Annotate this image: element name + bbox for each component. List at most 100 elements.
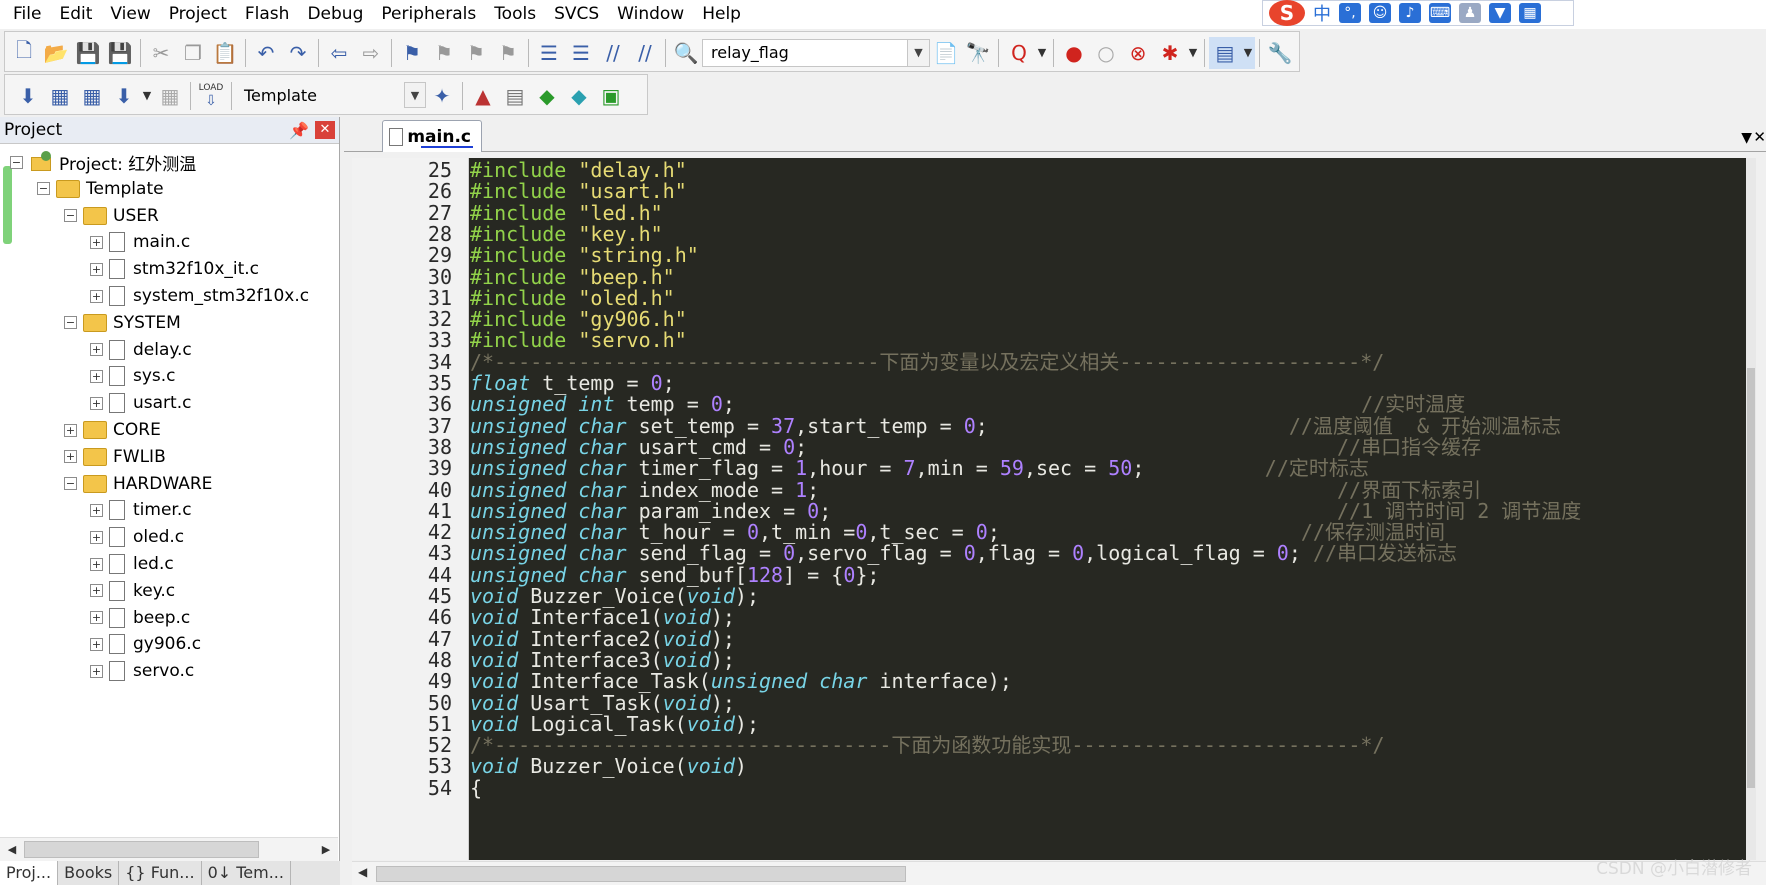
toolbox-icon[interactable]: ▦: [1519, 3, 1541, 23]
expand-icon[interactable]: +: [90, 530, 103, 544]
chevron-down-icon[interactable]: ▼: [907, 39, 929, 66]
target-select[interactable]: Template ▼: [236, 81, 426, 110]
chevron-down-icon[interactable]: ▼: [1241, 36, 1255, 69]
tree-file-gy906-c[interactable]: + gy906.c: [90, 630, 201, 658]
tree-group-core[interactable]: + CORE: [64, 416, 161, 444]
expand-icon[interactable]: +: [90, 637, 103, 651]
panel-tab-3[interactable]: 0↓ Tem...: [202, 861, 291, 885]
unindent-icon[interactable]: ☰: [565, 37, 597, 69]
scroll-thumb[interactable]: [1747, 368, 1755, 788]
expand-icon[interactable]: +: [90, 262, 103, 276]
breakpoint-icon[interactable]: ●: [1058, 37, 1090, 69]
bug-icon[interactable]: ✱: [1154, 37, 1186, 69]
save-all-icon[interactable]: 💾: [104, 37, 136, 69]
navigate-back-icon[interactable]: ⇦: [323, 37, 355, 69]
pin-icon[interactable]: 📌: [289, 121, 309, 140]
tree-file-key-c[interactable]: + key.c: [90, 577, 175, 605]
tree-group-hardware[interactable]: − HARDWARE: [64, 470, 212, 498]
skin-icon[interactable]: ▼: [1489, 3, 1511, 23]
tree-file-beep-c[interactable]: + beep.c: [90, 604, 190, 632]
menu-item-help[interactable]: Help: [693, 0, 750, 29]
translate-icon[interactable]: ⬇: [12, 80, 44, 112]
find-combo[interactable]: relay_flag ▼: [702, 38, 930, 67]
collapse-icon[interactable]: −: [64, 477, 77, 491]
tree-node-target[interactable]: − Template: [37, 175, 164, 203]
close-tab-icon[interactable]: ✕: [1753, 128, 1766, 146]
manage-project-icon[interactable]: ▲: [467, 80, 499, 112]
panel-tab-2[interactable]: {} Fun...: [119, 861, 202, 885]
uncomment-icon[interactable]: //: [629, 37, 661, 69]
menu-item-file[interactable]: File: [4, 0, 50, 29]
open-file-icon[interactable]: 📂: [40, 37, 72, 69]
expand-icon[interactable]: +: [90, 584, 103, 598]
scroll-right-icon[interactable]: ▶: [317, 841, 335, 858]
user-icon[interactable]: ♟: [1459, 3, 1481, 23]
code-editor[interactable]: 25 #include "delay.h" 26 #include "usart.h"…: [352, 158, 1756, 860]
build-icon[interactable]: ▦: [44, 80, 76, 112]
run-time-env-icon[interactable]: ▣: [595, 80, 627, 112]
menu-item-svcs[interactable]: SVCS: [545, 0, 608, 29]
bookmark-icon[interactable]: ⚑: [396, 37, 428, 69]
chevron-down-icon[interactable]: ▼: [1186, 37, 1200, 69]
collapse-icon[interactable]: −: [64, 316, 77, 330]
expand-icon[interactable]: +: [90, 664, 103, 678]
configure-icon[interactable]: 🔧: [1264, 37, 1296, 69]
scroll-thumb[interactable]: [24, 841, 259, 858]
menu-item-flash[interactable]: Flash: [236, 0, 299, 29]
tree-file-led-c[interactable]: + led.c: [90, 550, 174, 578]
stop-build-icon[interactable]: ▦: [154, 80, 186, 112]
batch-build-icon[interactable]: ⬇: [108, 80, 140, 112]
collapse-icon[interactable]: −: [10, 155, 23, 169]
microphone-icon[interactable]: ♪: [1399, 3, 1421, 23]
scroll-left-icon[interactable]: ◀: [3, 841, 21, 858]
tree-file-usart-c[interactable]: + usart.c: [90, 389, 191, 417]
expand-icon[interactable]: +: [90, 289, 103, 303]
menu-item-edit[interactable]: Edit: [50, 0, 101, 29]
ime-mode[interactable]: 中: [1313, 0, 1331, 26]
disable-breakpoint-icon[interactable]: ○: [1090, 37, 1122, 69]
panel-tab-0[interactable]: Proj...: [0, 861, 59, 885]
save-icon[interactable]: 💾: [72, 37, 104, 69]
options-for-target-icon[interactable]: ✦: [426, 80, 458, 112]
expand-icon[interactable]: +: [90, 557, 103, 571]
tree-file-oled-c[interactable]: + oled.c: [90, 523, 184, 551]
scroll-left-icon[interactable]: ◀: [358, 865, 367, 879]
chevron-down-icon[interactable]: ▼: [140, 80, 154, 112]
incremental-find-icon[interactable]: 🔭: [962, 37, 994, 69]
tree-file-system_stm32f10x-c[interactable]: + system_stm32f10x.c: [90, 282, 309, 310]
menu-item-window[interactable]: Window: [608, 0, 693, 29]
collapse-icon[interactable]: −: [37, 182, 50, 196]
navigate-forward-icon[interactable]: ⇨: [355, 37, 387, 69]
close-icon[interactable]: ✕: [315, 121, 335, 139]
keyboard-icon[interactable]: ⌨: [1429, 3, 1451, 23]
tree-file-stm32f10x_it-c[interactable]: + stm32f10x_it.c: [90, 255, 259, 283]
menu-item-tools[interactable]: Tools: [485, 0, 545, 29]
sogou-logo-icon[interactable]: S: [1269, 0, 1305, 26]
window-layout-icon[interactable]: ▤: [1209, 36, 1241, 69]
tree-file-servo-c[interactable]: + servo.c: [90, 657, 194, 685]
menu-item-peripherals[interactable]: Peripherals: [372, 0, 485, 29]
select-packs-icon[interactable]: ▤: [499, 80, 531, 112]
scroll-thumb[interactable]: [376, 866, 906, 882]
punctuation-icon[interactable]: °,: [1339, 3, 1361, 23]
expand-icon[interactable]: +: [90, 235, 103, 249]
find-in-files-icon[interactable]: 🔍: [670, 37, 702, 69]
pack-installer-icon[interactable]: ◆: [563, 80, 595, 112]
expand-icon[interactable]: +: [90, 396, 103, 410]
tree-node-project[interactable]: − Project: 红外测温: [10, 148, 196, 176]
clear-bookmarks-icon[interactable]: ⚑: [492, 37, 524, 69]
chevron-down-icon[interactable]: ▼: [1035, 37, 1049, 69]
chevron-down-icon[interactable]: ▼: [404, 81, 426, 108]
expand-icon[interactable]: +: [90, 343, 103, 357]
undo-icon[interactable]: ↶: [250, 37, 282, 69]
expand-icon[interactable]: +: [64, 450, 77, 464]
expand-icon[interactable]: +: [90, 503, 103, 517]
editor-vertical-scrollbar[interactable]: [1746, 158, 1756, 860]
rebuild-icon[interactable]: ▦: [76, 80, 108, 112]
tab-list-chevron-icon[interactable]: ▼: [1741, 130, 1752, 146]
panel-tab-1[interactable]: Books: [58, 861, 120, 885]
copy-icon[interactable]: ❐: [177, 37, 209, 69]
comment-icon[interactable]: //: [597, 37, 629, 69]
code-line[interactable]: {: [470, 776, 482, 800]
tree-file-main-c[interactable]: + main.c: [90, 228, 190, 256]
